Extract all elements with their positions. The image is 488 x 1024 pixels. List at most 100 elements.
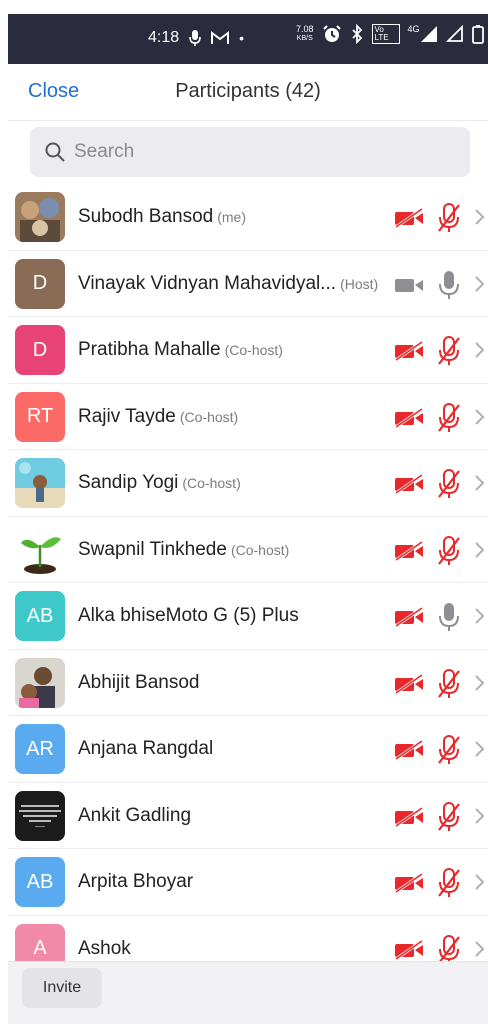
- participant-row[interactable]: AB Alka bhiseMoto G (5) Plus: [8, 583, 488, 650]
- participant-name-line: Pratibha Mahalle (Co-host): [78, 339, 283, 361]
- participant-name: Pratibha Mahalle: [78, 339, 221, 360]
- video-off-icon[interactable]: [394, 806, 426, 827]
- participant-name: Ankit Gadling: [78, 804, 192, 826]
- video-off-icon[interactable]: [394, 673, 426, 694]
- avatar: [15, 524, 65, 575]
- clock: 4:18: [148, 29, 180, 46]
- video-off-icon[interactable]: [394, 873, 426, 893]
- mic-muted-icon[interactable]: [436, 202, 462, 234]
- participant-row[interactable]: AB Arpita Bhoyar: [8, 849, 488, 916]
- mic-muted-icon[interactable]: [436, 668, 462, 700]
- avatar: RT: [15, 391, 65, 442]
- participant-name-line: Arpita Bhoyar: [78, 871, 193, 893]
- avatar-initials: A: [33, 937, 47, 959]
- mic-muted-icon[interactable]: [436, 867, 462, 899]
- video-off-icon[interactable]: [394, 208, 426, 228]
- video-off-icon[interactable]: [394, 474, 426, 494]
- avatar: AB: [15, 857, 65, 907]
- network-type: 4G: [407, 24, 420, 34]
- footer-bar: Invite: [8, 961, 488, 1024]
- participant-row[interactable]: Abhijit Bansod: [8, 650, 488, 716]
- mic-on-icon[interactable]: [436, 601, 462, 633]
- video-off-icon[interactable]: [394, 540, 426, 561]
- participant-row[interactable]: Sandip Yogi (Co-host): [8, 450, 488, 517]
- participant-row[interactable]: AR Anjana Rangdal: [8, 716, 488, 783]
- search-icon: [45, 142, 65, 162]
- video-off-icon[interactable]: [394, 407, 426, 428]
- video-off-icon[interactable]: [394, 607, 426, 627]
- mic-muted-icon[interactable]: [436, 335, 462, 367]
- invite-button[interactable]: Invite: [22, 968, 102, 1008]
- bluetooth-icon: [351, 24, 362, 44]
- participant-name: Subodh Bansod: [78, 206, 214, 227]
- signal-icon: [420, 26, 437, 42]
- mic-muted-icon[interactable]: [436, 468, 462, 500]
- participant-name-line: Swapnil Tinkhede (Co-host): [78, 539, 289, 561]
- mic-muted-icon[interactable]: [436, 402, 462, 434]
- participant-name: Anjana Rangdal: [78, 738, 214, 759]
- chevron-right-icon: [475, 874, 485, 890]
- avatar-initials: AB: [26, 870, 54, 893]
- participant-role: (Co-host): [182, 475, 241, 491]
- video-off-icon[interactable]: [394, 341, 426, 361]
- avatar: [15, 657, 65, 708]
- chevron-right-icon: [475, 807, 485, 824]
- avatar: AB: [15, 591, 65, 641]
- participant-name-line: Sandip Yogi (Co-host): [78, 472, 241, 494]
- mic-muted-icon[interactable]: [436, 734, 462, 766]
- chevron-right-icon: [475, 608, 485, 624]
- alarm-icon: [322, 25, 341, 42]
- mic-muted-icon[interactable]: [436, 801, 462, 833]
- participant-role: (Co-host): [179, 408, 239, 425]
- participant-name-line: Subodh Bansod (me): [78, 206, 246, 228]
- search-input[interactable]: [66, 140, 436, 164]
- chevron-right-icon: [475, 674, 485, 691]
- avatar: D: [15, 258, 65, 309]
- avatar: [15, 790, 65, 841]
- avatar-photo: [15, 458, 65, 508]
- gmail-icon: [211, 31, 230, 44]
- participant-row[interactable]: D Vinayak Vidnyan Mahavidyal... (Host): [8, 251, 488, 317]
- avatar-photo: [15, 657, 65, 708]
- participant-name: Sandip Yogi: [78, 472, 179, 493]
- participants-list: Subodh Bansod (me) D Vinayak Vidnyan Mahavi…: [8, 184, 488, 982]
- search-bar[interactable]: [30, 127, 470, 177]
- video-on-icon[interactable]: [394, 275, 426, 295]
- chevron-right-icon: [475, 741, 485, 757]
- participant-name: Abhijit Bansod: [78, 671, 200, 693]
- participant-name: Swapnil Tinkhede: [78, 538, 227, 560]
- participant-name: Rajiv Tayde: [78, 405, 176, 427]
- chevron-right-icon: [475, 209, 485, 225]
- participant-row[interactable]: Ankit Gadling: [8, 783, 488, 849]
- avatar: [15, 458, 65, 508]
- participant-name-line: Vinayak Vidnyan Mahavidyal... (Host): [78, 273, 378, 295]
- avatar: AR: [15, 724, 65, 774]
- participant-name-line: Ankit Gadling: [78, 805, 191, 827]
- volte-icon: Vo LTE: [371, 24, 400, 44]
- participant-role: (Co-host): [224, 342, 283, 358]
- avatar-initials: RT: [26, 405, 54, 427]
- video-off-icon[interactable]: [394, 740, 426, 760]
- avatar-initials: AR: [26, 737, 54, 760]
- net-speed: 7.08 KB/S: [296, 24, 314, 43]
- mic-muted-icon[interactable]: [436, 535, 462, 567]
- header-bar: Close Participants (42): [8, 64, 488, 121]
- participant-row[interactable]: RT Rajiv Tayde (Co-host): [8, 384, 488, 450]
- participant-name-line: Rajiv Tayde (Co-host): [78, 406, 238, 428]
- page-title: Participants (42): [175, 80, 321, 102]
- mic-on-icon[interactable]: [436, 269, 462, 301]
- participant-name-line: Anjana Rangdal: [78, 738, 213, 760]
- video-off-icon[interactable]: [394, 939, 426, 960]
- avatar-photo: [15, 192, 65, 242]
- signal-icon-2: [445, 25, 463, 42]
- participant-role: (me): [217, 209, 247, 225]
- participant-row[interactable]: Swapnil Tinkhede (Co-host): [8, 517, 488, 583]
- dot-icon: •: [239, 30, 245, 46]
- avatar-photo: [15, 524, 65, 575]
- participant-name-line: Abhijit Bansod: [78, 672, 199, 694]
- participant-row[interactable]: D Pratibha Mahalle (Co-host): [8, 317, 488, 384]
- battery-icon: [471, 25, 484, 44]
- avatar: D: [15, 325, 65, 375]
- participant-row[interactable]: Subodh Bansod (me): [8, 184, 488, 251]
- participant-role: (Host): [340, 275, 379, 292]
